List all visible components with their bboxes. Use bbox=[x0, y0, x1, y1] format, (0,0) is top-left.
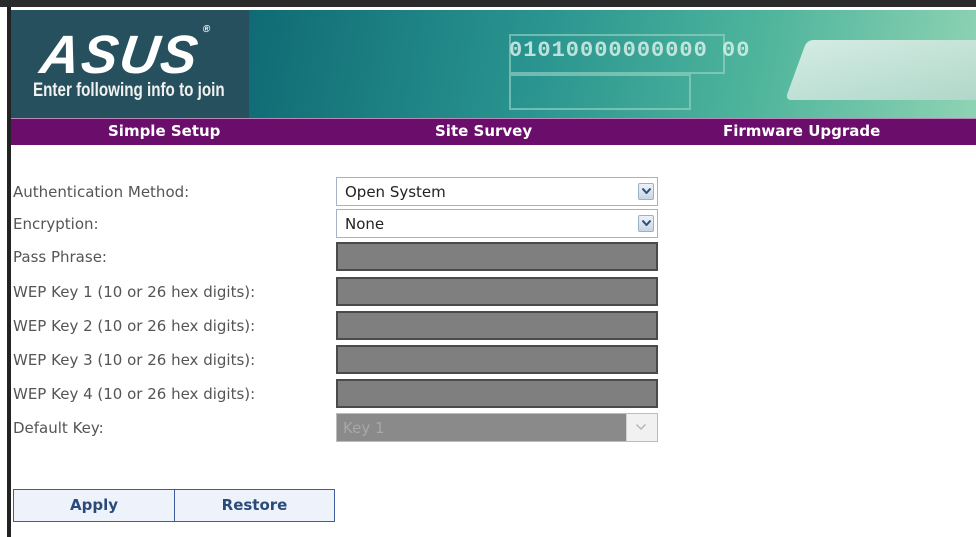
encryption-select[interactable]: None bbox=[336, 209, 658, 238]
asus-logo: ASUS® bbox=[36, 24, 213, 85]
wep-key-1-label: WEP Key 1 (10 or 26 hex digits): bbox=[13, 283, 256, 301]
banner-box-decoration bbox=[509, 74, 691, 110]
encryption-label: Encryption: bbox=[13, 215, 99, 233]
tab-site-survey[interactable]: Site Survey bbox=[435, 122, 532, 140]
chevron-down-icon[interactable] bbox=[638, 215, 654, 232]
banner-digits: 01010000000000 00 bbox=[509, 38, 751, 63]
default-key-value: Key 1 bbox=[343, 419, 385, 437]
banner-graphic: 01010000000000 00 bbox=[249, 10, 976, 118]
auth-method-label: Authentication Method: bbox=[13, 183, 190, 201]
logo-panel: ASUS® Enter following info to join bbox=[11, 10, 249, 118]
auth-method-value: Open System bbox=[345, 183, 446, 201]
wep-key-3-label: WEP Key 3 (10 or 26 hex digits): bbox=[13, 351, 256, 369]
wep-key-4-input[interactable] bbox=[336, 379, 658, 408]
pass-phrase-input[interactable] bbox=[336, 242, 658, 271]
pass-phrase-label: Pass Phrase: bbox=[13, 248, 107, 266]
chevron-down-icon[interactable] bbox=[638, 183, 654, 200]
header-tagline: Enter following info to join bbox=[33, 80, 225, 101]
wep-key-4-label: WEP Key 4 (10 or 26 hex digits): bbox=[13, 385, 256, 403]
auth-method-select[interactable]: Open System bbox=[336, 177, 658, 206]
chevron-down-icon bbox=[626, 414, 657, 441]
tab-firmware-upgrade[interactable]: Firmware Upgrade bbox=[723, 122, 880, 140]
header-banner: ASUS® Enter following info to join 01010… bbox=[11, 10, 976, 118]
wep-key-1-input[interactable] bbox=[336, 277, 658, 306]
default-key-label: Default Key: bbox=[13, 419, 104, 437]
nav-bar: Simple Setup Site Survey Firmware Upgrad… bbox=[11, 118, 976, 145]
apply-button[interactable]: Apply bbox=[13, 489, 175, 522]
restore-button[interactable]: Restore bbox=[174, 489, 335, 522]
window-frame-top bbox=[0, 0, 976, 7]
wep-key-3-input[interactable] bbox=[336, 345, 658, 374]
wep-key-2-input[interactable] bbox=[336, 311, 658, 340]
router-device-image bbox=[785, 40, 976, 100]
tab-simple-setup[interactable]: Simple Setup bbox=[108, 122, 220, 140]
encryption-value: None bbox=[345, 215, 385, 233]
wep-key-2-label: WEP Key 2 (10 or 26 hex digits): bbox=[13, 317, 256, 335]
default-key-select[interactable]: Key 1 bbox=[336, 413, 658, 442]
